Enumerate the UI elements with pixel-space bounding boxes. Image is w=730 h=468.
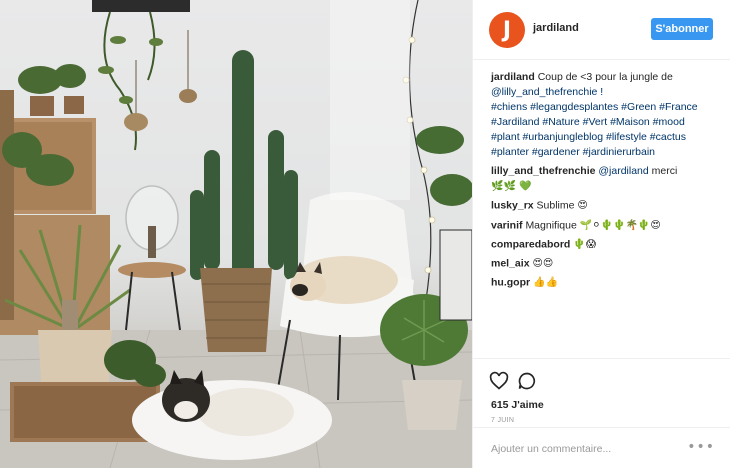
comment-emoji: 😍 [577, 200, 588, 212]
comment-item: mel_aix 😍😍 [491, 256, 719, 271]
white-pot [402, 380, 462, 430]
post-date: 7 JUIN [491, 417, 515, 424]
follow-button[interactable]: S'abonner [651, 18, 713, 40]
cactus [190, 50, 298, 280]
comment-emoji: 👍👍 [533, 277, 558, 289]
caption-hashtags[interactable]: #Jardiland #Nature #Vert #Maison #mood [491, 116, 685, 128]
comment-text: merci [651, 165, 678, 177]
likes-count[interactable]: 615 J'aime [491, 399, 544, 411]
comments-list: jardiland Coup de <3 pour la jungle de @… [491, 70, 719, 291]
post-side-panel: J jardiland S'abonner jardiland Coup de … [472, 0, 730, 468]
comment-username[interactable]: lilly_and_thefrenchie [491, 165, 595, 177]
comment-mention[interactable]: @jardiland [598, 165, 648, 177]
comment-text: Magnifique [525, 218, 577, 231]
hanging-planter [124, 113, 148, 131]
header-username[interactable]: jardiland [533, 22, 579, 34]
wicker-basket [200, 268, 272, 352]
more-options-icon[interactable]: ••• [687, 440, 715, 454]
caption-text: Coup de <3 pour la jungle de [537, 71, 673, 83]
comment-username[interactable]: mel_aix [491, 257, 530, 269]
avatar[interactable]: J [489, 12, 525, 48]
heart-icon[interactable] [489, 371, 509, 391]
comment-username[interactable]: lusky_rx [491, 200, 534, 212]
post-header: J jardiland S'abonner [473, 0, 730, 60]
photo-illustration [0, 0, 472, 468]
comment-bubble-icon[interactable] [517, 371, 537, 391]
add-comment-bar: ••• [473, 427, 730, 468]
caption-hashtags[interactable]: #chiens #legangdesplantes #Green #France [491, 101, 698, 113]
comment-item: varinif Magnifique 🌱⚪🌵🌵🌴🌵😍 [491, 218, 719, 233]
caption-mention[interactable]: @lilly_and_thefrenchie ! [491, 86, 603, 98]
comment-emoji: 🌵😱 [573, 238, 597, 250]
instagram-post: J jardiland S'abonner jardiland Coup de … [0, 0, 730, 468]
post-actions: 615 J'aime 7 JUIN ••• [473, 358, 730, 468]
comment-item: lusky_rx Sublime 😍 [491, 198, 719, 213]
wall-shelf [92, 0, 190, 12]
comment-username[interactable]: hu.gopr [491, 277, 530, 289]
post-caption: jardiland Coup de <3 pour la jungle de @… [491, 70, 719, 160]
comment-username[interactable]: varinif [491, 219, 523, 231]
post-photo[interactable] [0, 0, 472, 468]
comment-username[interactable]: comparedabord [491, 238, 570, 250]
comment-emoji: 😍😍 [532, 258, 554, 270]
comment-emoji: 🌱⚪🌵🌵🌴🌵😍 [579, 219, 661, 231]
comment-item: hu.gopr 👍👍 [491, 275, 719, 290]
comment-emoji: 🌿🌿 💚 [491, 181, 532, 192]
comment-text: Sublime [536, 199, 575, 212]
caption-username[interactable]: jardiland [491, 71, 535, 83]
comment-item: comparedabord 🌵😱 [491, 237, 719, 252]
comment-item: lilly_and_thefrenchie @jardiland merci 🌿… [491, 164, 719, 194]
comment-input[interactable] [491, 440, 681, 458]
side-stool [118, 262, 186, 278]
caption-hashtags[interactable]: #plant #urbanjungleblog #lifestyle #cact… [491, 131, 686, 143]
caption-hashtags[interactable]: #planter #gardener #jardinierurbain [491, 146, 655, 158]
